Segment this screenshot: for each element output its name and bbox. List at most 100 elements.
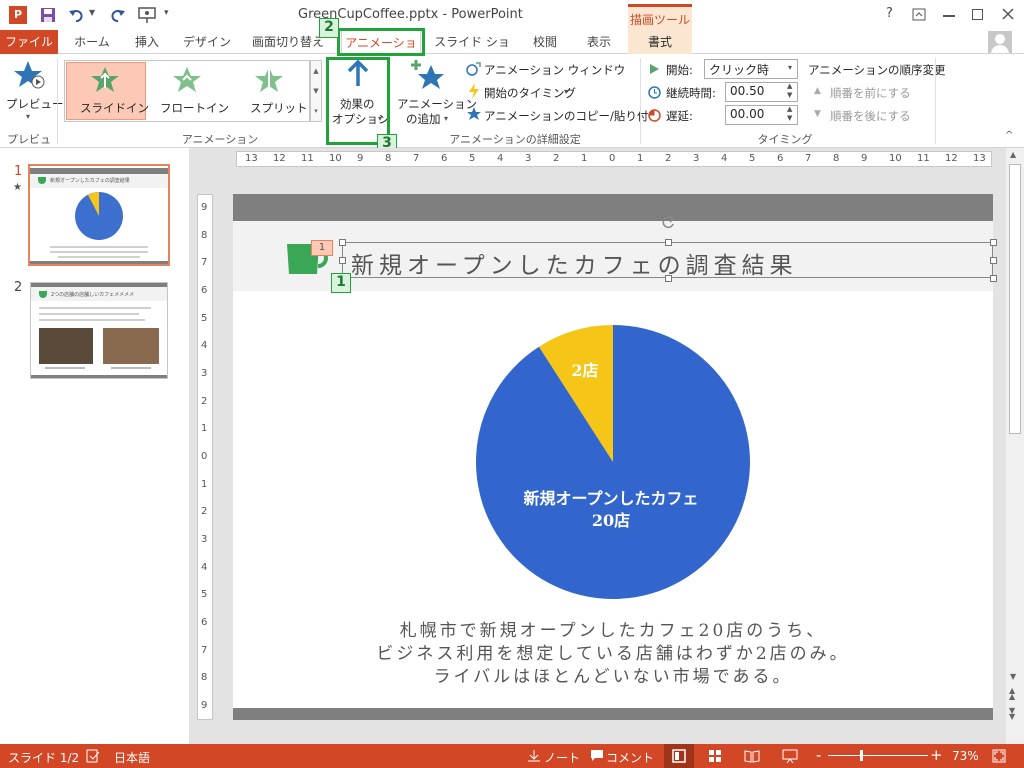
trigger-button[interactable]: 開始のタイミング xyxy=(484,85,576,101)
duration-stepper[interactable]: ▲ ▼ xyxy=(787,82,792,100)
move-later-button[interactable]: 順番を後にする xyxy=(830,108,911,124)
zoom-slider-thumb[interactable] xyxy=(860,750,863,761)
powerpoint-icon[interactable]: P xyxy=(9,6,27,24)
resize-handle[interactable] xyxy=(664,275,672,282)
help-icon[interactable]: ? xyxy=(886,6,893,21)
vertical-scrollbar[interactable]: ▲ ▼ ▲ ▲ ▼ ▼ xyxy=(1006,148,1024,744)
ruler-tick-label: 0 xyxy=(201,451,208,462)
scroll-thumb[interactable] xyxy=(1009,164,1021,434)
animation-painter-icon xyxy=(467,107,481,120)
delay-icon xyxy=(648,109,661,122)
ruler-tick-label: 13 xyxy=(245,153,258,164)
tab-design[interactable]: デザイン xyxy=(176,30,238,54)
zoom-slider[interactable] xyxy=(828,755,928,756)
pie-label-2-stores: 2店 xyxy=(571,361,598,380)
preview-star-icon[interactable] xyxy=(14,60,46,90)
advanced-group-label: アニメーションの詳細設定 xyxy=(449,133,581,146)
ruler-tick-label: 9 xyxy=(201,201,208,213)
slide-sorter-icon[interactable] xyxy=(708,749,722,763)
tab-file[interactable]: ファイル xyxy=(0,30,58,54)
ruler-tick-label: 6 xyxy=(201,617,208,629)
avatar[interactable] xyxy=(988,31,1012,53)
tab-home[interactable]: ホーム xyxy=(65,30,119,54)
ruler-tick-label: 13 xyxy=(973,153,986,164)
resize-handle[interactable] xyxy=(339,239,346,246)
thumb-number-1: 1 xyxy=(14,164,23,179)
split-icon[interactable] xyxy=(254,66,284,94)
animation-star-icon: ★ xyxy=(13,182,22,193)
zoom-out-button[interactable]: - xyxy=(816,746,821,764)
notes-button[interactable]: ノート xyxy=(544,749,580,766)
start-dropdown-icon[interactable]: ▾ xyxy=(788,63,792,72)
tab-format[interactable]: 書式 xyxy=(628,30,692,54)
gallery-scroll[interactable]: ▲ ▼ ▾ xyxy=(310,60,322,122)
thumb-2-title: 2つの店舗の店舗しいカフェメメメメ xyxy=(51,292,135,298)
ruler-tick-label: 7 xyxy=(201,644,208,656)
ribbon-display-options-icon[interactable] xyxy=(912,8,926,21)
resize-handle[interactable] xyxy=(990,275,997,282)
tab-slideshow[interactable]: スライド ショー xyxy=(430,30,514,73)
zoom-level[interactable]: 73% xyxy=(952,749,979,763)
add-animation-dropdown-icon[interactable]: ▾ xyxy=(444,114,448,123)
ruler-tick-label: 9 xyxy=(861,153,868,164)
animation-painter-button[interactable]: アニメーションのコピー/貼り付け xyxy=(484,108,660,124)
scroll-up-icon[interactable]: ▲ xyxy=(1010,150,1016,159)
collapse-ribbon-icon[interactable]: ^ xyxy=(1005,130,1013,141)
comments-icon xyxy=(591,750,603,761)
ruler-tick-label: 11 xyxy=(917,153,930,164)
resize-handle[interactable] xyxy=(990,257,997,264)
animation-pane-button[interactable]: アニメーション ウィンドウ xyxy=(484,62,625,78)
add-animation-label-2[interactable]: の追加 xyxy=(406,111,441,127)
pie-slice-20-stores[interactable] xyxy=(475,325,750,599)
ruler-tick-label: 7 xyxy=(805,153,812,164)
save-icon[interactable] xyxy=(40,7,56,23)
zoom-in-button[interactable]: + xyxy=(930,746,943,764)
tab-review[interactable]: 校閲 xyxy=(522,30,568,54)
ruler-tick-label: 11 xyxy=(301,153,314,164)
slide-thumbnail-1[interactable]: 新規オープンしたカフェの調査結果 xyxy=(28,164,170,266)
undo-icon[interactable] xyxy=(68,7,86,23)
ruler-tick-label: 2 xyxy=(665,153,672,164)
previous-slide-icon[interactable]: ▲ ▲ xyxy=(1009,687,1015,701)
spelling-icon[interactable] xyxy=(86,749,100,763)
language-indicator[interactable]: 日本語 xyxy=(114,749,150,766)
resize-handle[interactable] xyxy=(990,239,997,246)
ruler-tick-label: 3 xyxy=(525,153,532,164)
float-in-icon[interactable] xyxy=(172,66,202,94)
close-button[interactable] xyxy=(1002,8,1014,20)
comments-button[interactable]: コメント xyxy=(606,749,654,766)
present-from-beginning-icon[interactable] xyxy=(138,6,156,24)
ruler-tick-label: 2 xyxy=(201,506,208,518)
slide-thumbnail-2[interactable]: 2つの店舗の店舗しいカフェメメメメ xyxy=(30,282,168,379)
undo-dropdown-icon[interactable]: ▼ xyxy=(89,8,95,17)
body-line: ライバルはほとんどいない市場である。 xyxy=(433,667,793,687)
fit-to-window-icon[interactable] xyxy=(992,749,1006,763)
next-slide-icon[interactable]: ▼ ▼ xyxy=(1009,707,1015,721)
start-select[interactable]: クリック時 xyxy=(704,59,798,79)
rotate-handle-icon[interactable] xyxy=(661,215,675,229)
reading-view-icon[interactable] xyxy=(744,749,760,763)
gallery-label-float-in[interactable]: フロートイン xyxy=(160,100,229,116)
minimize-button[interactable] xyxy=(943,15,955,17)
delay-label: 遅延: xyxy=(666,109,693,123)
tab-insert[interactable]: 挿入 xyxy=(124,30,170,54)
qat-customize-icon[interactable]: ▾ xyxy=(164,8,169,18)
resize-handle[interactable] xyxy=(339,257,346,264)
gallery-label-split[interactable]: スプリット xyxy=(250,100,308,116)
scroll-down-icon[interactable]: ▼ xyxy=(1010,672,1016,681)
delay-stepper[interactable]: ▲ ▼ xyxy=(787,105,792,123)
resize-handle[interactable] xyxy=(664,239,672,246)
slide-counter[interactable]: スライド 1/2 xyxy=(8,749,79,766)
effect-options-button[interactable] xyxy=(326,57,390,145)
preview-dropdown-icon[interactable]: ▾ xyxy=(26,112,30,121)
preview-button[interactable]: プレビュー xyxy=(6,96,64,112)
normal-view-button[interactable] xyxy=(664,744,694,768)
slideshow-icon[interactable] xyxy=(782,749,798,763)
step-marker-2: 2 xyxy=(319,18,339,38)
ruler-tick-label: 9 xyxy=(201,700,208,712)
redo-icon[interactable] xyxy=(108,7,126,23)
move-earlier-button[interactable]: 順番を前にする xyxy=(830,85,911,101)
trigger-dropdown-icon[interactable]: ▾ xyxy=(564,87,568,96)
maximize-button[interactable] xyxy=(972,9,983,20)
tab-view[interactable]: 表示 xyxy=(576,30,622,54)
